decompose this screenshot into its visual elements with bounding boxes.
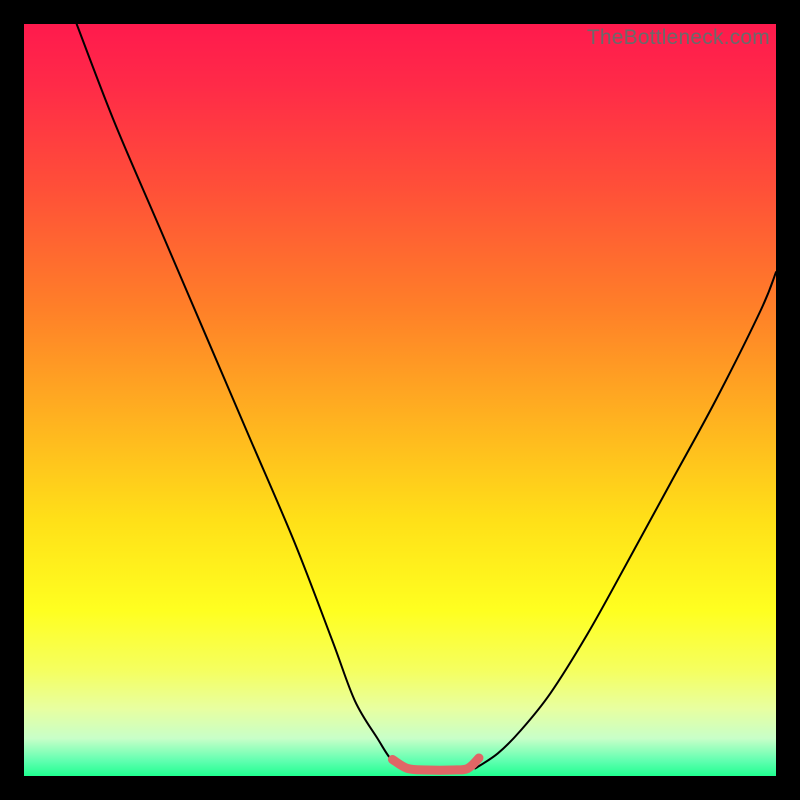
chart-svg (24, 24, 776, 776)
series-left-curve (77, 24, 408, 768)
series-bottom-link (392, 758, 478, 770)
plot-area: TheBottleneck.com (24, 24, 776, 776)
series-right-curve (475, 272, 776, 768)
